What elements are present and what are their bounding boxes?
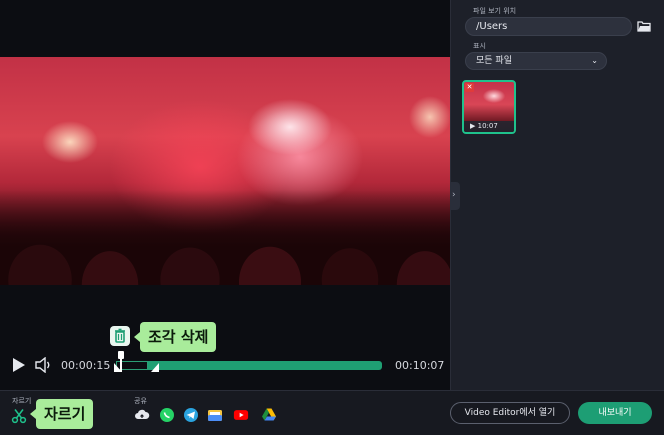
crowd-silhouette <box>0 190 450 285</box>
folder-icon[interactable] <box>207 407 223 423</box>
open-in-video-editor-button[interactable]: Video Editor에서 열기 <box>450 402 570 424</box>
export-button[interactable]: 내보내기 <box>578 402 652 424</box>
video-frame[interactable] <box>0 57 450 285</box>
panel-collapse-toggle[interactable]: › <box>450 182 460 210</box>
cut-label: 자르기 <box>12 397 32 405</box>
share-label: 공유 <box>134 397 147 405</box>
open-folder-icon[interactable] <box>637 20 651 32</box>
media-thumbnail[interactable]: ✕ ▶ 10:07 <box>462 80 516 134</box>
telegram-icon[interactable] <box>183 407 199 423</box>
delete-segment-callout: 조각 삭제 <box>133 322 217 352</box>
google-drive-icon[interactable] <box>261 407 277 423</box>
scissors-icon[interactable] <box>11 408 27 424</box>
delete-segment-button[interactable] <box>110 326 130 346</box>
thumbnail-duration: 10:07 <box>477 122 498 130</box>
chevron-down-icon: ⌄ <box>591 56 598 65</box>
playhead[interactable] <box>118 351 124 372</box>
play-icon[interactable] <box>11 357 27 373</box>
playhead-knob[interactable] <box>118 351 124 359</box>
whatsapp-icon[interactable] <box>159 407 175 423</box>
playhead-line <box>120 359 122 372</box>
trash-icon <box>115 328 125 343</box>
play-small-icon: ▶ <box>470 122 476 130</box>
trim-handle-right[interactable] <box>151 363 159 372</box>
total-time: 00:10:07 <box>395 359 445 372</box>
location-label: 파일 보기 위치 <box>473 7 517 15</box>
current-time: 00:00:15 <box>61 359 111 372</box>
youtube-icon[interactable] <box>233 407 249 423</box>
cloud-icon[interactable] <box>134 407 150 423</box>
show-filter-select[interactable]: 모든 파일 ⌄ <box>465 52 607 70</box>
remove-icon[interactable]: ✕ <box>465 83 474 92</box>
video-player <box>0 0 450 390</box>
cut-callout: 자르기 <box>29 399 94 429</box>
volume-icon[interactable] <box>35 357 53 373</box>
location-input[interactable] <box>465 17 632 36</box>
show-filter-value: 모든 파일 <box>476 56 512 66</box>
chevron-right-icon: › <box>452 190 456 200</box>
show-filter-label: 표시 <box>473 42 486 50</box>
thumbnail-duration-bar: ▶ 10:07 <box>464 121 514 132</box>
